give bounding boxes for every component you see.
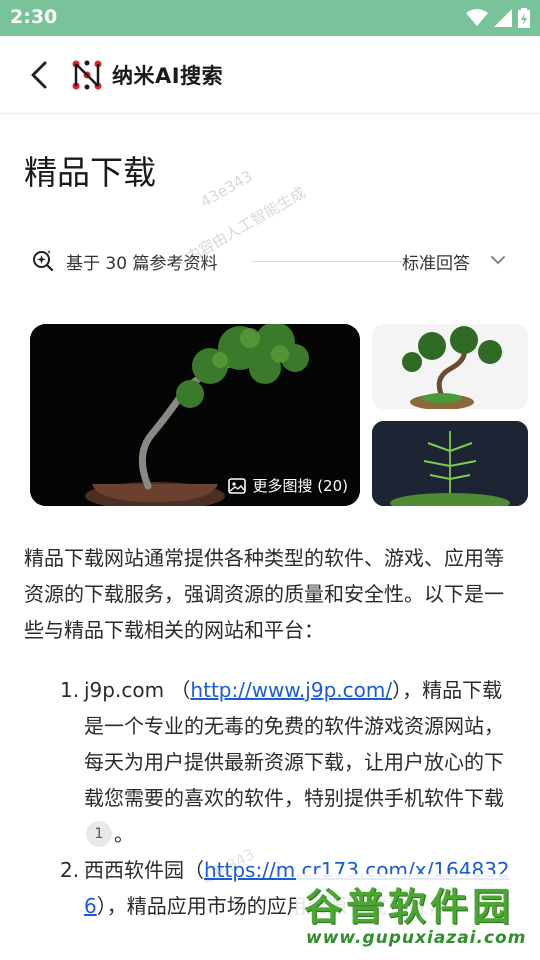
status-bar: 2:30 [0,0,540,36]
page-title: 精品下载 [24,153,156,192]
item-site-name: j9p.com [84,678,165,702]
open-paren: （ [170,678,191,702]
plant-photo-3 [372,421,528,506]
open-paren: （ [184,858,204,882]
divider [252,261,406,262]
site-logo-text: 谷普软件园 [304,885,515,929]
item-number: 2. [60,858,80,882]
list-item: 1. j9p.com （http://www.j9p.com/），精品下载是一个… [60,672,516,852]
citation-badge[interactable]: 1 [86,821,112,847]
app-header: 纳米AI搜索 [0,36,540,114]
item-site-name: 西西软件园 [84,858,184,882]
more-images-button[interactable]: 更多图搜 (20) [228,475,348,496]
app-name: 纳米AI搜索 [112,64,224,88]
site-url: www.gupuxiazai.com [306,928,527,948]
site-watermark-badge: 谷普软件园 www.gupuxiazai.com [296,874,540,960]
bonsai-photo-2 [372,324,528,409]
status-icons [466,8,530,28]
more-images-label: 更多图搜 (20) [252,477,348,495]
item-link[interactable]: http://www.j9p.com/ [190,678,392,702]
item-number: 1. [60,678,80,702]
item-description: ），精品应用市场 [96,894,247,918]
battery-icon [518,8,530,28]
wifi-icon [466,9,488,26]
chevron-left-icon [31,61,47,89]
answer-mode-select[interactable]: 标准回答 [402,249,470,274]
answer-intro: 精品下载网站通常提供各种类型的软件、游戏、应用等资源的下载服务，强调资源的质量和… [24,546,504,642]
brand: 纳米AI搜索 [70,58,223,92]
cell-signal-icon [494,9,512,27]
plant-image-3[interactable] [372,421,528,506]
search-sparkle-icon [33,250,54,271]
item-end: 。 [114,822,134,846]
watermark-id: 43e343 [197,166,256,212]
references-count[interactable]: 基于 30 篇参考资料 [66,249,217,274]
image-icon [228,477,247,494]
nami-logo-icon [72,60,102,90]
references-row: 基于 30 篇参考资料 标准回答 [32,246,512,276]
back-button[interactable] [22,58,56,92]
bonsai-image-2[interactable] [372,324,528,409]
bonsai-image-main[interactable]: 更多图搜 (20) [30,324,360,506]
chevron-down-icon[interactable] [490,250,506,270]
status-time: 2:30 [10,6,58,28]
